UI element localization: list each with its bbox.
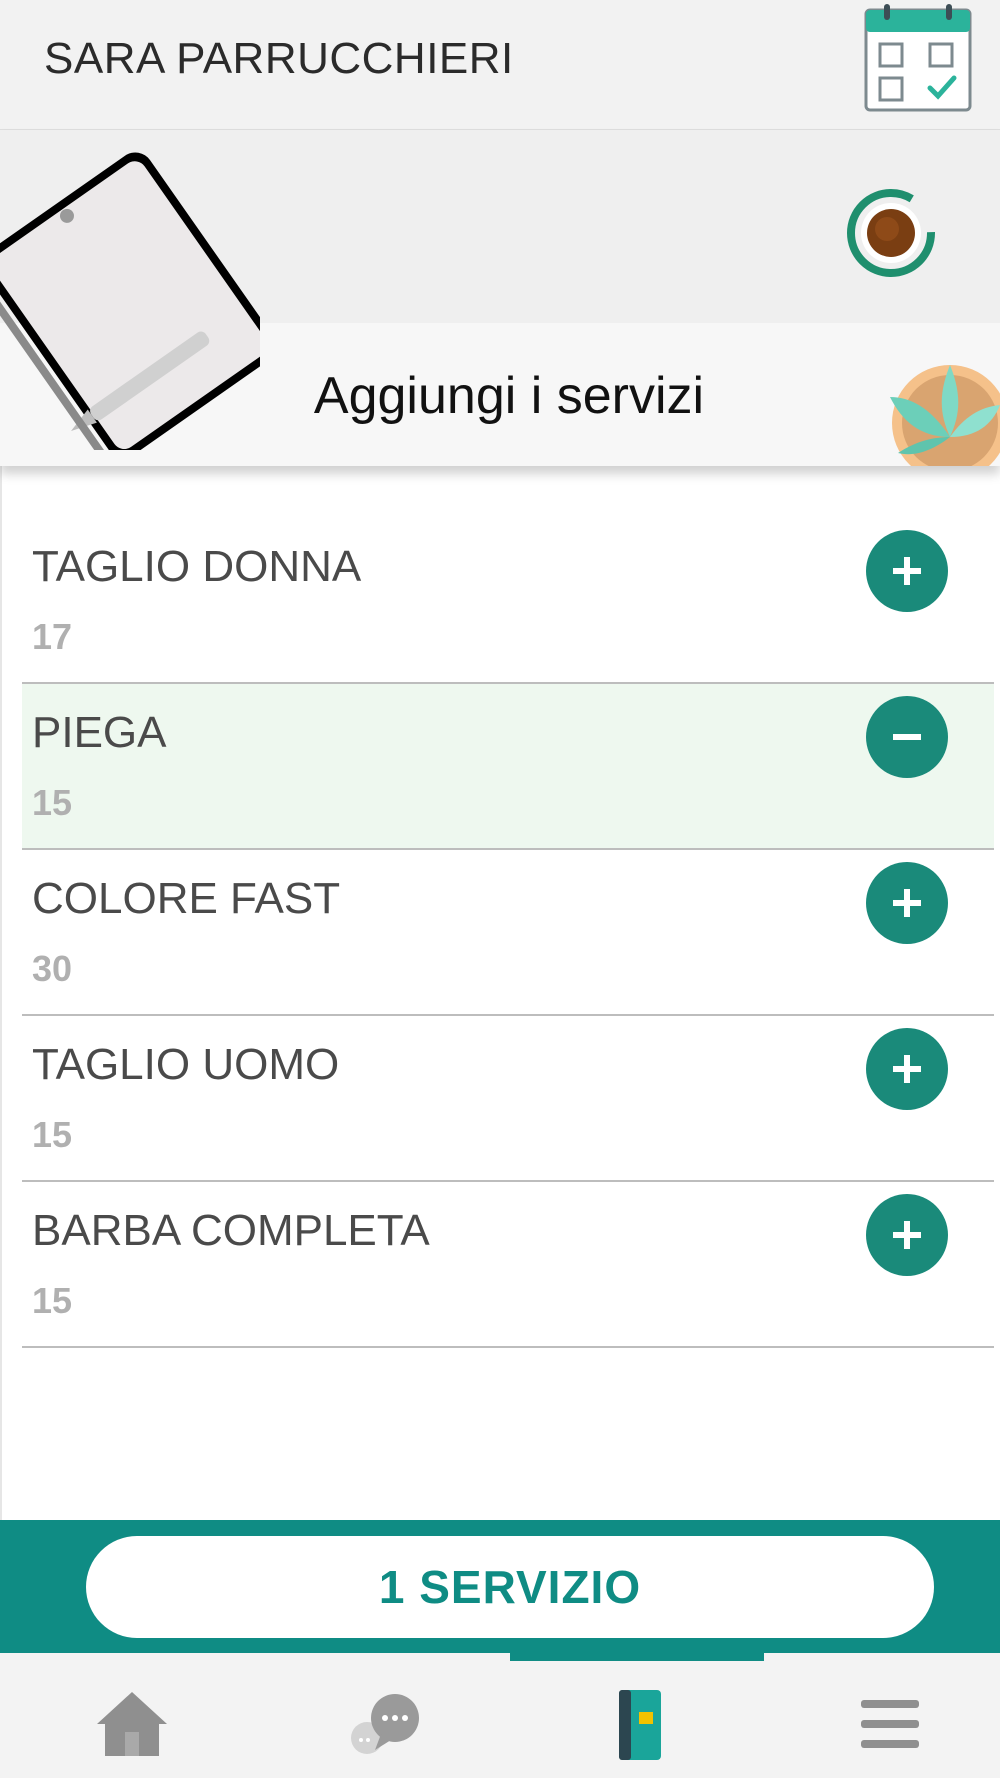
home-icon	[97, 1692, 167, 1756]
service-name: PIEGA	[32, 708, 167, 757]
services-list: TAGLIO DONNA 17 PIEGA 15 COLORE FAST 30 …	[22, 518, 994, 1348]
calendar-check-icon[interactable]	[862, 2, 974, 114]
selected-services-button[interactable]: 1 SERVIZIO	[86, 1536, 934, 1638]
service-row-taglio-uomo[interactable]: TAGLIO UOMO 15	[22, 1016, 994, 1182]
service-duration: 15	[32, 1280, 73, 1321]
service-row-colore-fast[interactable]: COLORE FAST 30	[22, 850, 994, 1016]
plus-icon	[893, 889, 921, 917]
service-name: BARBA COMPLETA	[32, 1206, 430, 1255]
service-row-barba-completa[interactable]: BARBA COMPLETA 15	[22, 1182, 994, 1348]
app-header: SARA PARRUCCHIERI	[0, 0, 1000, 130]
plus-icon	[893, 1221, 921, 1249]
chat-icon	[351, 1694, 419, 1754]
service-row-piega[interactable]: PIEGA 15	[22, 684, 994, 850]
service-name: COLORE FAST	[32, 874, 341, 923]
tab-chat[interactable]	[326, 1679, 446, 1769]
banner: Aggiungi i servizi	[0, 130, 1000, 466]
service-name: TAGLIO UOMO	[32, 1040, 340, 1089]
remove-service-button[interactable]	[866, 696, 948, 778]
add-service-button[interactable]	[866, 1028, 948, 1110]
page-title: Aggiungi i servizi	[313, 367, 705, 425]
plus-icon	[893, 557, 921, 585]
add-service-button[interactable]	[866, 530, 948, 612]
tab-home[interactable]	[72, 1679, 192, 1769]
active-tab-indicator	[510, 1653, 764, 1661]
service-duration: 30	[32, 948, 73, 989]
tab-services[interactable]	[578, 1679, 698, 1769]
cta-bar: 1 SERVIZIO	[0, 1520, 1000, 1653]
coffee-cup-illustration	[843, 185, 939, 281]
bottom-tab-bar	[0, 1653, 1000, 1778]
minus-icon	[893, 734, 921, 740]
notebook-icon	[619, 1690, 661, 1760]
plus-icon	[893, 1055, 921, 1083]
service-duration: 15	[32, 782, 73, 823]
service-duration: 15	[32, 1114, 73, 1155]
add-service-button[interactable]	[866, 862, 948, 944]
service-duration: 17	[32, 616, 73, 657]
salon-name: SARA PARRUCCHIERI	[44, 34, 514, 83]
service-row-taglio-donna[interactable]: TAGLIO DONNA 17	[22, 518, 994, 684]
tab-menu[interactable]	[830, 1679, 950, 1769]
menu-icon	[861, 1700, 919, 1748]
service-name: TAGLIO DONNA	[32, 542, 362, 591]
add-service-button[interactable]	[866, 1194, 948, 1276]
